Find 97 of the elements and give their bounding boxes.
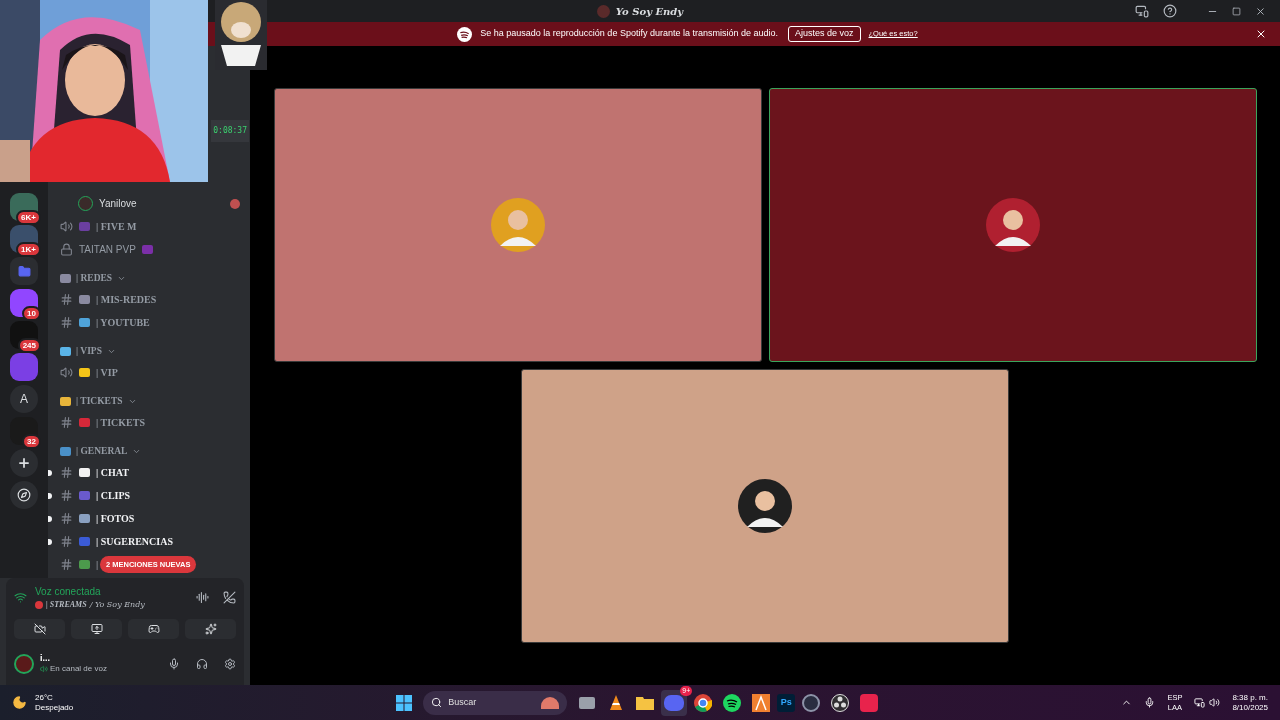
call-timer: 0:08:37 — [211, 120, 249, 142]
channel-name[interactable]: | CLIPS — [96, 488, 131, 503]
channel-name[interactable]: | YOUTUBE — [96, 315, 150, 330]
search-icon — [431, 697, 443, 708]
add-server-button[interactable] — [10, 449, 38, 477]
screen-share-icon — [90, 623, 103, 635]
voice-settings-button[interactable]: Ajustes de voz — [788, 26, 861, 42]
unread-badge: 32 — [22, 434, 41, 449]
obs-icon[interactable] — [831, 693, 850, 712]
member-avatar — [78, 196, 93, 211]
hash-icon — [60, 535, 73, 548]
video-tile[interactable] — [273, 88, 762, 362]
activity-button[interactable] — [128, 619, 179, 639]
channel-name[interactable]: | FIVE M — [96, 219, 137, 234]
user-avatar — [490, 198, 545, 252]
hash-icon — [60, 416, 73, 429]
folder-icon[interactable] — [636, 695, 655, 710]
clock-date[interactable]: 8/10/2025 — [1232, 702, 1268, 713]
category-name[interactable]: | VIPS — [76, 343, 102, 359]
microphone-icon[interactable] — [168, 658, 180, 670]
window-title: Yo Soy Endy — [615, 4, 684, 19]
channel-name[interactable]: | SUGERENCIAS — [96, 534, 173, 549]
effects-button[interactable] — [185, 619, 236, 639]
server-icon[interactable] — [10, 289, 38, 317]
headphones-icon[interactable] — [196, 658, 208, 670]
sparkles-icon — [204, 623, 217, 635]
network-icon[interactable] — [1194, 697, 1206, 708]
channel-name[interactable]: | TICKETS — [96, 415, 145, 430]
speaker-icon — [40, 665, 48, 673]
lock-icon — [60, 243, 73, 256]
speaker-icon — [60, 366, 73, 379]
user-status: En canal de voz — [50, 663, 107, 675]
unread-badge: 10 — [22, 306, 41, 321]
user-avatar[interactable] — [14, 654, 34, 674]
soundboard-icon[interactable] — [196, 591, 209, 604]
channel-name[interactable]: TAITAN PVP — [79, 242, 136, 257]
voice-status: Voz conectada — [35, 585, 102, 599]
hash-icon — [60, 293, 73, 306]
settings-icon[interactable] — [224, 658, 236, 670]
document-icon[interactable] — [752, 693, 771, 712]
hash-icon — [60, 512, 73, 525]
clock-time[interactable]: 8:38 p. m. — [1232, 692, 1268, 703]
volume-icon[interactable] — [1209, 697, 1221, 708]
compass-icon — [17, 488, 31, 502]
chrome-icon[interactable] — [694, 693, 713, 712]
user-name: i... — [40, 653, 51, 663]
unread-badge: 6K+ — [16, 210, 41, 225]
temperature: 26°C — [35, 692, 54, 703]
gamepad-icon — [147, 623, 160, 635]
share-screen-button[interactable] — [71, 619, 122, 639]
video-tile[interactable] — [768, 88, 1257, 362]
spotify-icon — [457, 26, 473, 42]
speaker-icon — [60, 220, 73, 233]
close-icon[interactable] — [1255, 28, 1267, 40]
channel-name[interactable]: | CHAT — [96, 465, 129, 480]
channel-name[interactable]: | MIS-REDES — [96, 292, 157, 307]
category-name[interactable]: | GENERAL — [76, 443, 128, 459]
server-icon[interactable]: A — [10, 385, 38, 413]
cone-icon[interactable] — [609, 694, 624, 711]
voice-server-name[interactable]: / Yo Soy Endy — [89, 599, 145, 611]
hash-icon — [60, 316, 73, 329]
disconnect-icon[interactable] — [223, 591, 236, 604]
category-name[interactable]: | REDES — [76, 270, 113, 286]
banner-message: Se ha pausado la reproducción de Spotify durante la transmisión de audio. — [480, 27, 778, 41]
user-avatar — [738, 479, 792, 533]
signal-icon — [14, 591, 27, 604]
server-icon[interactable] — [10, 417, 38, 445]
server-avatar — [596, 4, 610, 18]
photoshop-icon[interactable]: Ps — [777, 693, 796, 712]
discover-button[interactable] — [10, 481, 38, 509]
member-name[interactable]: Yanilove — [99, 196, 224, 211]
voice-channel-name[interactable]: | STREAMS — [46, 599, 87, 611]
channel-name[interactable]: | VIP — [96, 365, 118, 380]
camera-off-icon — [33, 623, 46, 635]
microphone-icon — [1144, 697, 1156, 708]
close-icon[interactable] — [1255, 5, 1266, 17]
search-field[interactable]: Buscar — [423, 690, 568, 715]
hash-icon — [60, 558, 73, 571]
help-icon[interactable] — [1163, 4, 1177, 18]
windows-start-icon[interactable] — [396, 694, 413, 711]
channel-name[interactable]: | FOTOS — [96, 511, 135, 526]
weather-label: Despejado — [35, 702, 74, 713]
user-avatar — [985, 198, 1040, 252]
server-folder[interactable] — [10, 257, 38, 285]
spotify-icon[interactable] — [723, 693, 742, 712]
camera-off-button[interactable] — [14, 619, 65, 639]
video-tile[interactable] — [521, 369, 1009, 643]
hash-icon — [60, 466, 73, 479]
unread-badge: 1K+ — [16, 242, 41, 257]
unread-badge: 245 — [17, 338, 41, 353]
category-name[interactable]: | TICKETS — [76, 393, 123, 409]
plus-icon — [17, 456, 31, 470]
maximize-icon[interactable] — [1232, 6, 1241, 16]
moon-icon — [12, 695, 27, 710]
stage-icon — [35, 601, 43, 609]
channel-name[interactable]: | — [96, 557, 99, 572]
hash-icon — [60, 489, 73, 502]
